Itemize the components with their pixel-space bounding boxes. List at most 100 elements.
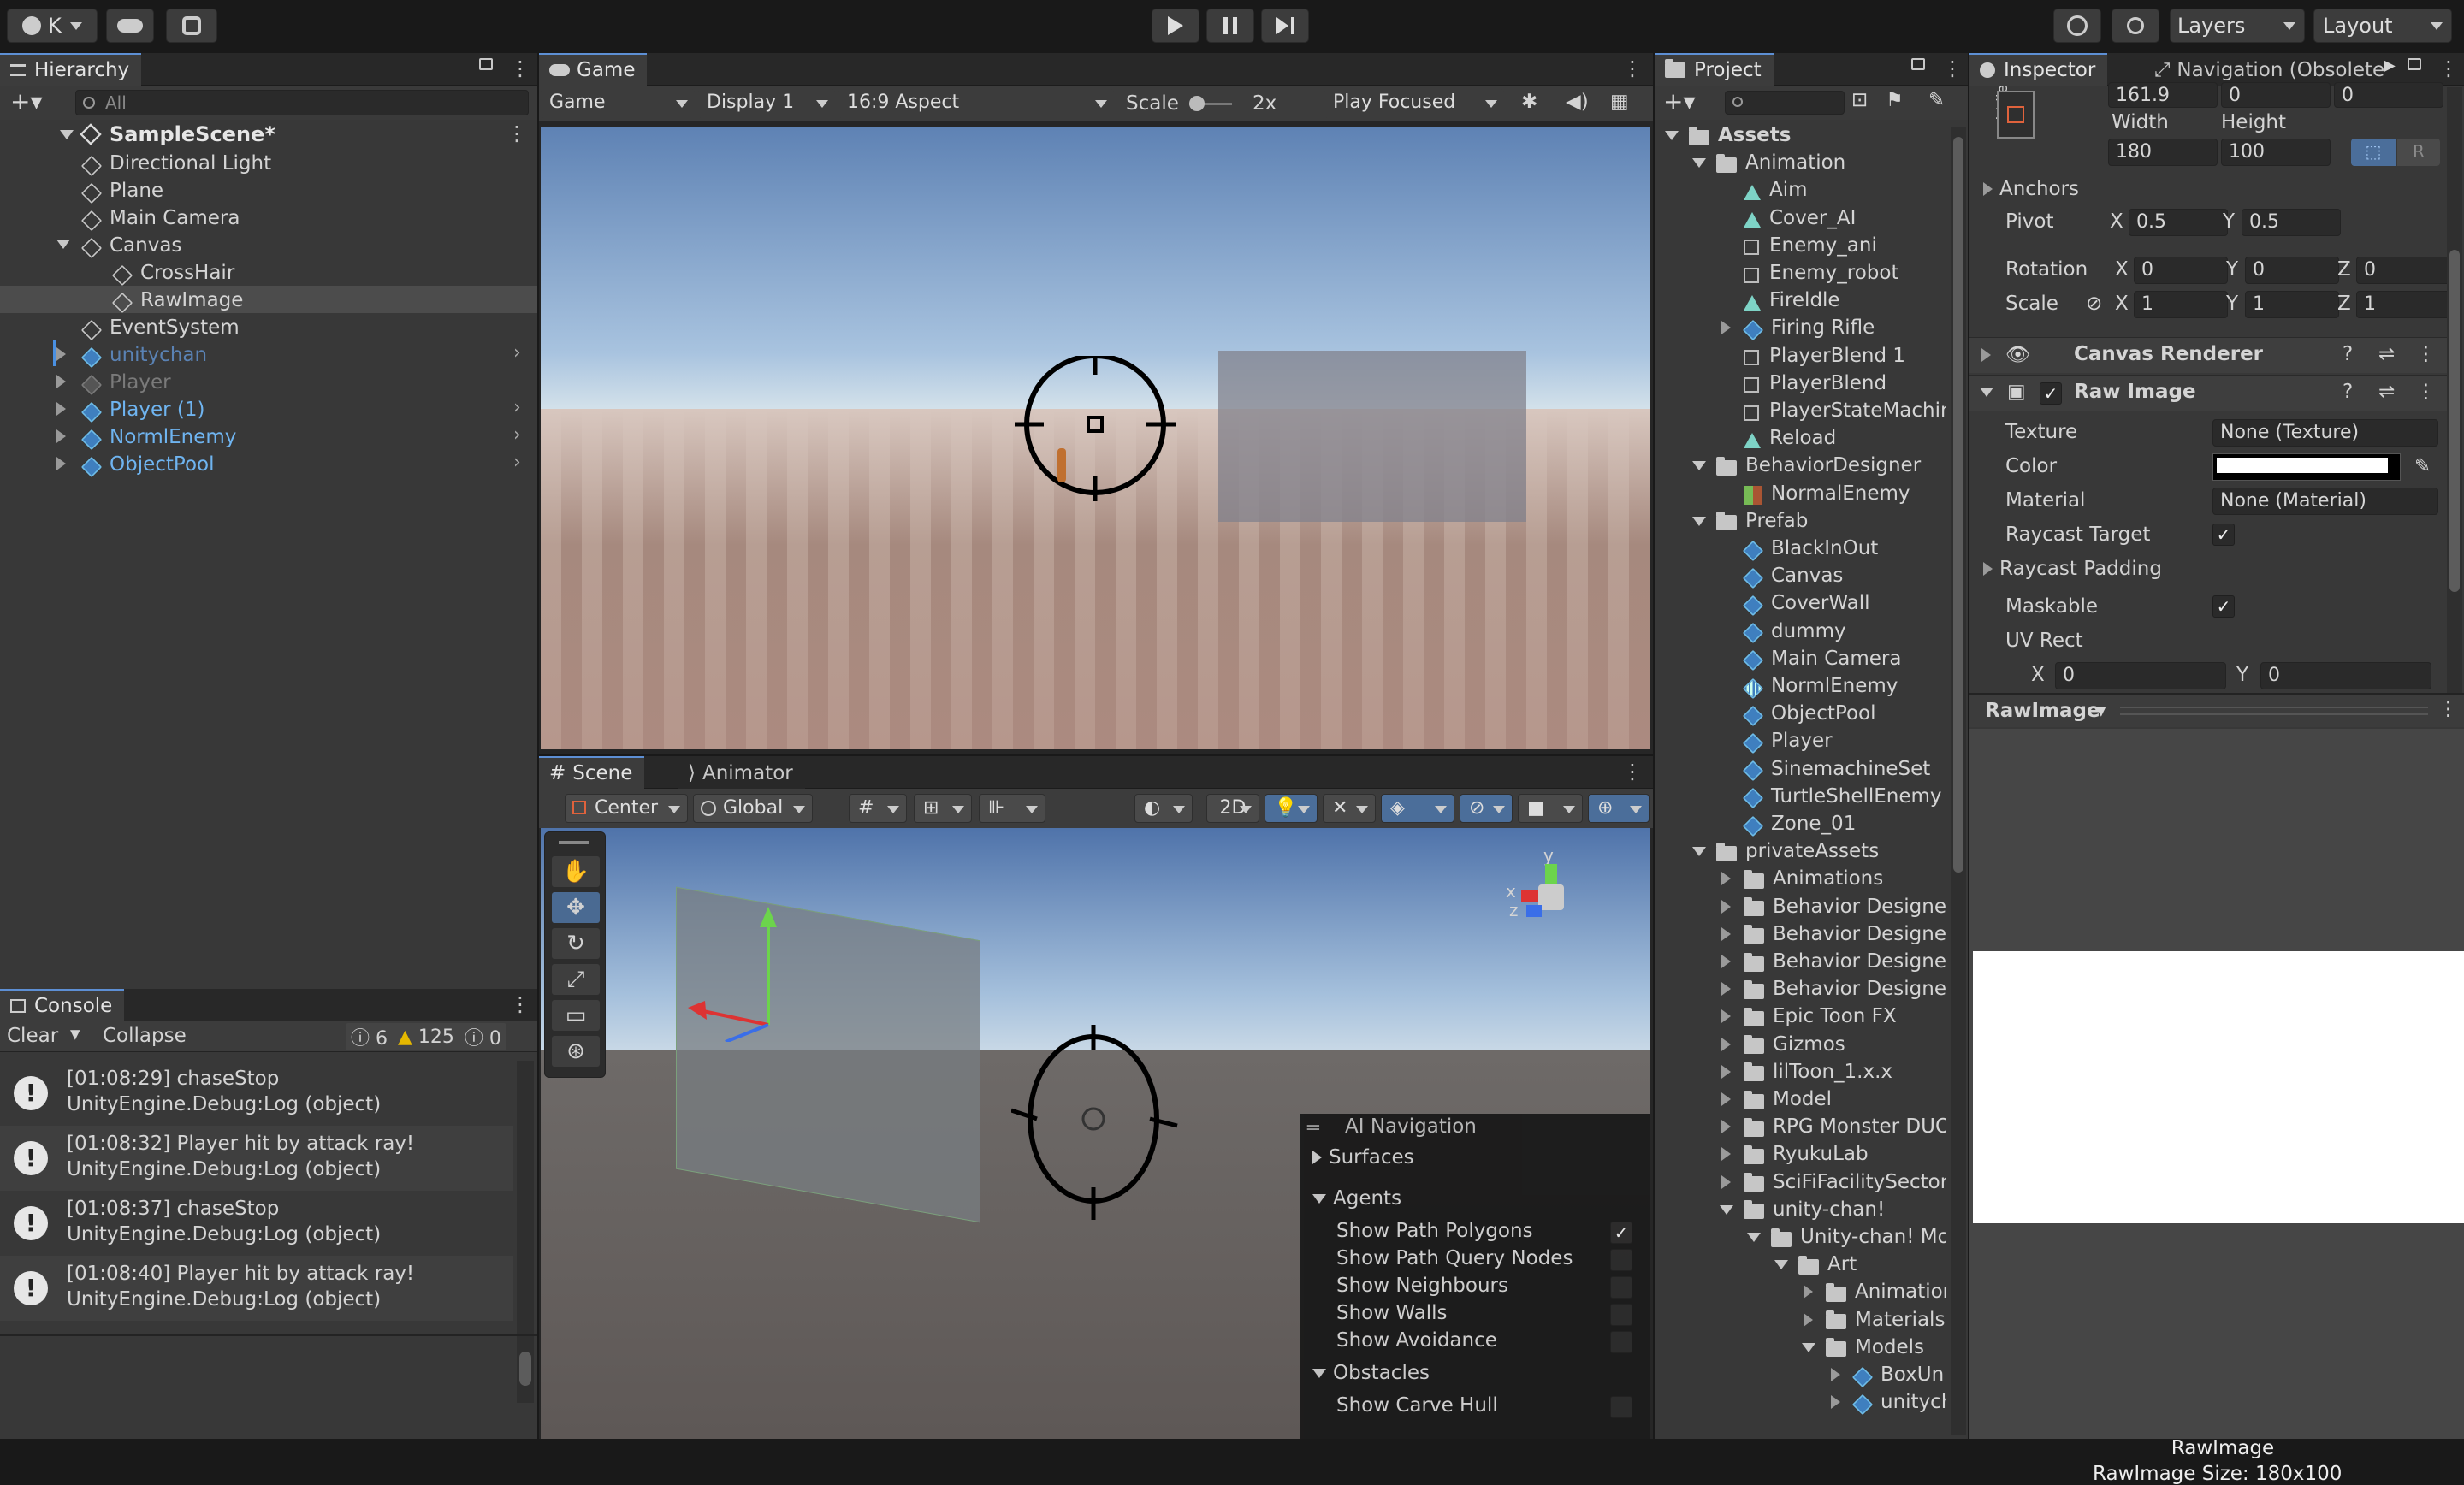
kebab-menu-icon[interactable]: ⋮ [506,121,527,145]
project-item[interactable]: Firing Rifle [1655,314,1946,341]
hierarchy-search-input[interactable]: All [75,90,529,115]
speaker-icon[interactable]: ◀) [1566,91,1589,113]
account-dropdown[interactable]: K [7,9,98,43]
rect-tool-icon[interactable]: ▭ [552,1000,600,1031]
project-item[interactable]: Animations [1655,865,1946,892]
project-item[interactable]: ObjectPool [1655,700,1946,727]
console-scrollbar[interactable] [517,1061,534,1403]
ai-nav-option-checkbox[interactable] [1610,1331,1632,1353]
favorite-icon[interactable]: ✎ [1928,89,1945,111]
overlay-drag-handle[interactable]: ═ [1307,1117,1319,1139]
tab-navigation[interactable]: ⤢ Navigation (Obsolete [2144,53,2401,86]
uv-y-field[interactable]: 0 [2260,662,2431,689]
pivot-dropdown[interactable]: Center [565,794,688,823]
effects-dropdown[interactable]: ◈ [1381,794,1454,823]
project-item[interactable]: Models [1655,1334,1946,1361]
play-mode-dropdown[interactable]: Play Focused [1324,89,1504,118]
scene-root[interactable]: SampleScene* [60,121,275,147]
layers-dropdown[interactable]: Layers [2170,9,2305,43]
open-prefab-icon[interactable]: › [513,424,521,446]
project-item[interactable]: NormlEnemy [1655,672,1946,700]
expand-arrow-icon[interactable] [56,402,66,416]
open-prefab-icon[interactable]: › [513,342,521,364]
link-icon[interactable]: ⊘ [2086,293,2102,315]
project-item[interactable]: PlayerBlend 1 [1655,342,1946,370]
expand-arrow-icon[interactable] [56,375,66,388]
expand-arrow-icon[interactable] [1802,1342,1815,1352]
expand-arrow-icon[interactable] [1721,1009,1731,1024]
tab-scene[interactable]: # Scene [539,756,645,789]
uv-x-field[interactable]: 0 [2055,662,2226,689]
expand-arrow-icon[interactable] [1665,131,1679,140]
project-item[interactable]: Materials [1655,1306,1946,1334]
ai-nav-option-checkbox[interactable] [1610,1276,1632,1299]
project-item[interactable]: TurtleShellEnemy [1655,783,1946,810]
console-entry[interactable]: ! [01:08:32] Player hit by attack ray! U… [0,1126,513,1191]
pivot-x-field[interactable]: 0.5 [2129,209,2228,236]
expand-arrow-icon[interactable] [1721,982,1731,997]
project-item[interactable]: Main Camera [1655,645,1946,672]
height-field[interactable]: 100 [2221,139,2331,166]
material-field[interactable]: None (Material) [2212,488,2438,515]
maskable-checkbox[interactable]: ✓ [2212,595,2235,618]
help-icon[interactable]: ? [2343,343,2353,365]
gizmos-dropdown[interactable]: ⊕ [1588,794,1650,823]
layout-dropdown[interactable]: Layout [2313,9,2452,43]
canvas-renderer-header[interactable]: 👁 Canvas Renderer ? ⇌ ⋮ [1969,337,2449,373]
tab-project[interactable]: Project [1655,53,1774,86]
move-gizmo[interactable] [669,905,840,1042]
project-item[interactable]: Fireldle [1655,287,1946,314]
open-prefab-icon[interactable]: › [513,397,521,418]
project-item[interactable]: Cover_AI [1655,204,1946,232]
bug-icon[interactable]: ✱ [1521,91,1537,113]
project-item[interactable]: Unity-chan! Mod [1655,1223,1946,1251]
project-item[interactable]: RPG Monster DUO I [1655,1113,1946,1140]
project-scrollbar[interactable] [1951,127,1966,1435]
expand-arrow-icon[interactable] [1747,1233,1761,1242]
pos-z-field[interactable]: 0 [2334,82,2443,108]
rotate-tool-icon[interactable]: ↻ [552,928,600,959]
play-button[interactable] [1152,9,1199,43]
console-entry[interactable]: ! [01:08:29] chaseStop UnityEngine.Debug… [0,1061,513,1126]
audio-toggle[interactable]: ✕ [1323,794,1376,823]
ai-nav-option-checkbox[interactable] [1610,1249,1632,1271]
expand-arrow-icon[interactable] [1831,1395,1840,1410]
expand-arrow-icon[interactable] [1720,1204,1733,1215]
collab-button[interactable] [166,9,217,43]
display-dropdown[interactable]: Display 1 [698,89,835,118]
grid-snap-dropdown[interactable]: # [849,794,907,823]
step-button[interactable] [1261,9,1309,43]
scale-x-field[interactable]: 1 [2134,291,2228,318]
tab-game[interactable]: Game [539,53,648,86]
surfaces-foldout[interactable]: Surfaces [1312,1146,1414,1168]
eyedropper-icon[interactable]: ✎ [2414,455,2431,477]
project-item[interactable]: RyukuLab [1655,1140,1946,1168]
raw-image-header[interactable]: ▣ ✓ Raw Image ? ⇌ ⋮ [1969,375,2449,411]
expand-arrow-icon[interactable] [1721,1120,1731,1134]
inspector-scrollbar[interactable] [2447,87,2462,720]
scale-z-field[interactable]: 1 [2356,291,2450,318]
project-item[interactable]: Player [1655,727,1946,754]
expand-arrow-icon[interactable] [1721,321,1731,335]
project-item[interactable]: unity-chan! [1655,1196,1946,1223]
tab-console[interactable]: Console [0,989,125,1021]
search-button[interactable] [2112,9,2159,43]
raycast-padding-foldout[interactable]: Raycast Padding [1983,558,2162,580]
expand-arrow-icon[interactable] [56,457,66,470]
console-entry[interactable]: ! [01:08:40] Player hit by attack ray! U… [0,1256,513,1321]
preview-dropdown[interactable]: RawImage [1985,700,2100,722]
cloud-button[interactable] [106,9,154,43]
filter-label-icon[interactable]: ⚑ [1886,89,1904,111]
kebab-menu-icon[interactable]: ⋮ [2438,698,2458,720]
expand-arrow-icon[interactable] [1692,158,1706,169]
lock-icon[interactable] [479,58,493,70]
project-item[interactable]: Animation [1655,149,1946,176]
tab-animator[interactable]: ⟩ Animator [678,756,805,789]
project-item[interactable]: Behavior Designer T [1655,975,1946,1003]
project-item[interactable]: Enemy_robot [1655,259,1946,287]
color-field[interactable] [2212,453,2401,481]
toggle-2d-button[interactable]: 2D [1206,794,1259,823]
add-icon[interactable]: +▾ [10,87,43,115]
expand-arrow-icon[interactable] [56,347,66,361]
ruler-dropdown[interactable]: ⊪ [979,794,1045,823]
